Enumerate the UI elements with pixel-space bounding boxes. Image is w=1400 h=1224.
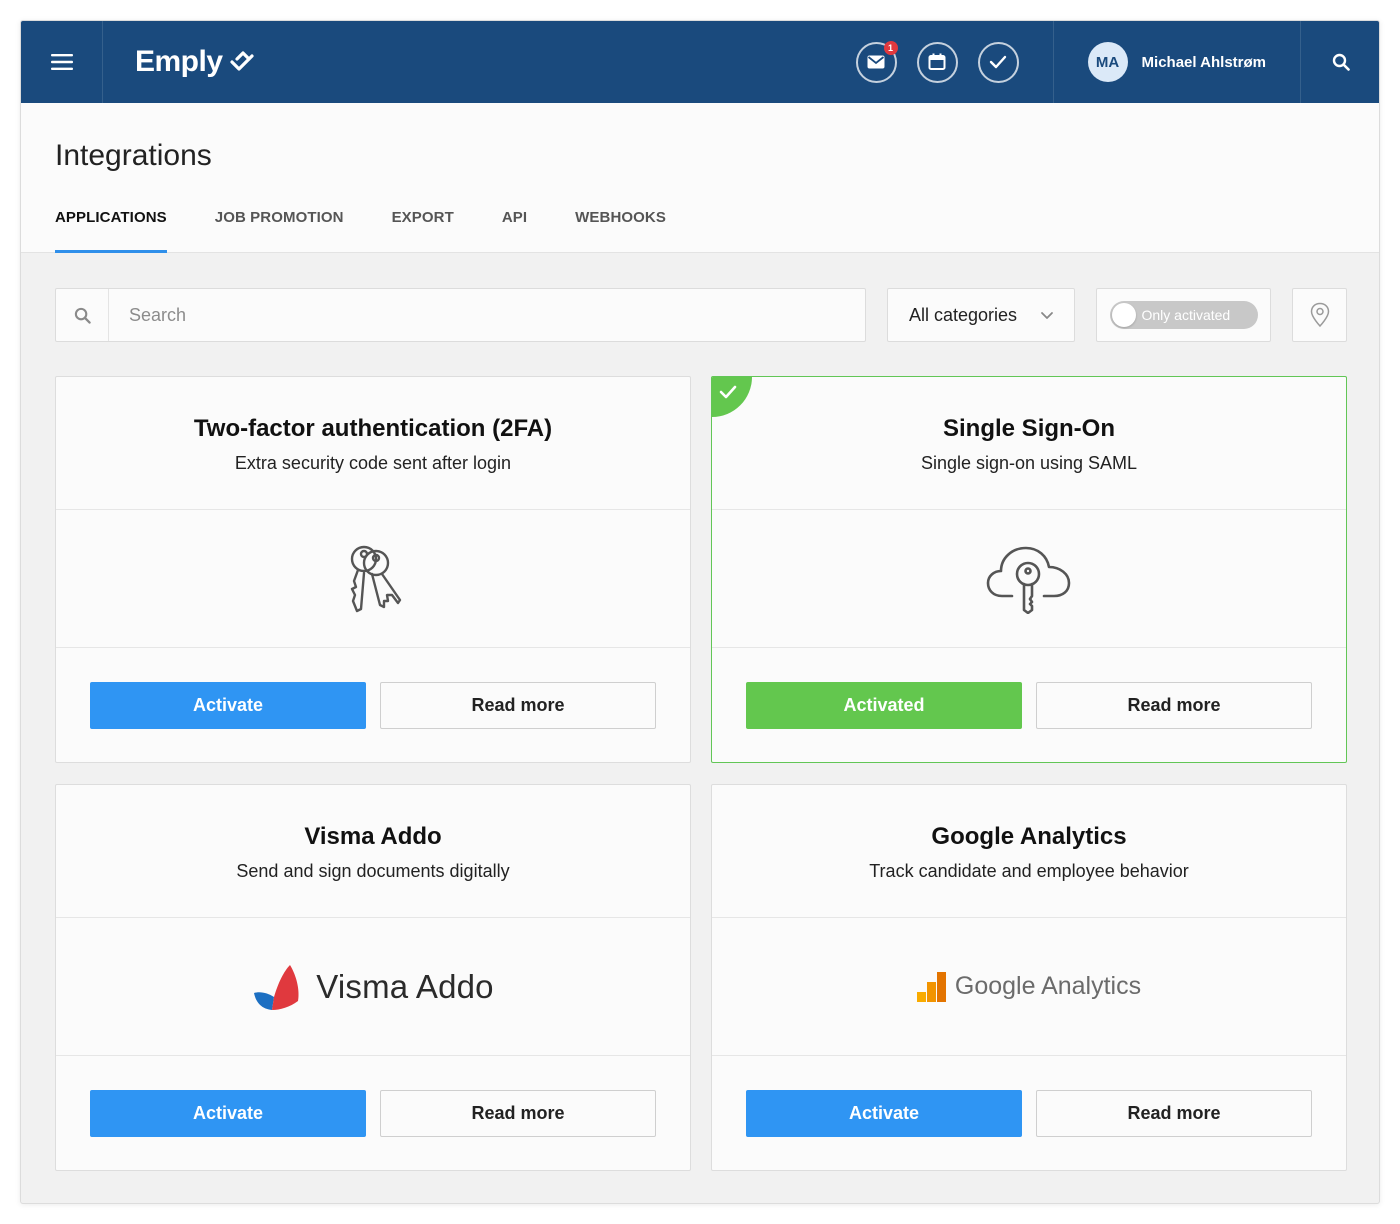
google-analytics-logo-icon <box>916 971 946 1002</box>
category-select[interactable]: All categories <box>887 288 1075 342</box>
integration-card-visma-addo: Visma Addo Send and sign documents digit… <box>55 784 691 1171</box>
tasks-button[interactable] <box>977 41 1019 83</box>
brand-name: Emply <box>135 45 223 78</box>
tab-job-promotion[interactable]: JOB PROMOTION <box>215 209 344 253</box>
tab-webhooks[interactable]: WEBHOOKS <box>575 209 666 253</box>
menu-icon <box>50 54 73 70</box>
avatar: MA <box>1087 42 1128 82</box>
mail-icon <box>867 55 885 69</box>
notification-badge: 1 <box>883 40 898 55</box>
page-title: Integrations <box>55 139 212 172</box>
search-input[interactable] <box>109 289 865 341</box>
cloud-key-icon <box>986 546 1071 614</box>
card-description: Send and sign documents digitally <box>236 861 510 881</box>
search-box <box>55 288 866 342</box>
page-header: Integrations APPLICATIONS JOB PROMOTION … <box>21 103 1379 253</box>
card-title: Visma Addo <box>304 823 442 850</box>
tab-export[interactable]: EXPORT <box>392 209 454 253</box>
toggle-label: Only activated <box>1141 307 1231 323</box>
menu-button[interactable] <box>21 21 103 103</box>
integration-card-2fa: Two-factor authentication (2FA) Extra se… <box>55 376 691 763</box>
read-more-button[interactable]: Read more <box>380 1090 656 1137</box>
calendar-button[interactable] <box>916 41 958 83</box>
user-name: Michael Ahlstrøm <box>1141 53 1266 71</box>
global-search-button[interactable] <box>1301 21 1379 103</box>
location-filter-button[interactable] <box>1292 288 1347 342</box>
search-icon-cell <box>56 289 109 341</box>
activate-button[interactable]: Activate <box>90 1090 366 1137</box>
tab-api[interactable]: API <box>502 209 527 253</box>
google-analytics-logo: Google Analytics <box>916 971 1142 1002</box>
visma-addo-logo: Visma Addo <box>252 963 494 1011</box>
read-more-button[interactable]: Read more <box>1036 682 1312 729</box>
toggle-knob <box>1111 303 1136 327</box>
quick-actions: 1 <box>855 21 1054 103</box>
tab-applications[interactable]: APPLICATIONS <box>55 209 167 253</box>
keys-icon <box>350 545 402 612</box>
card-title: Google Analytics <box>931 823 1127 850</box>
card-title: Single Sign-On <box>943 415 1115 442</box>
tab-bar: APPLICATIONS JOB PROMOTION EXPORT API WE… <box>55 209 666 253</box>
filters-row: All categories Only activated <box>55 288 1347 342</box>
app-window: Emply 1 MA Michael Ahlstrøm Integrations… <box>20 20 1380 1204</box>
category-select-value: All categories <box>909 304 1018 325</box>
search-icon <box>1332 53 1350 71</box>
check-icon <box>989 55 1007 69</box>
read-more-button[interactable]: Read more <box>380 682 656 729</box>
activated-button[interactable]: Activated <box>746 682 1022 729</box>
integration-card-sso: Single Sign-On Single sign-on using SAML… <box>711 376 1347 763</box>
location-pin-icon <box>1310 302 1329 328</box>
user-menu[interactable]: MA Michael Ahlstrøm <box>1054 21 1301 103</box>
visma-addo-logo-text: Visma Addo <box>316 967 494 1005</box>
activate-button[interactable]: Activate <box>90 682 366 729</box>
visma-addo-logo-icon <box>254 964 299 1010</box>
card-description: Extra security code sent after login <box>234 453 512 473</box>
card-description: Track candidate and employee behavior <box>869 861 1189 881</box>
read-more-button[interactable]: Read more <box>1036 1090 1312 1137</box>
brand-mark-icon <box>229 51 254 71</box>
activate-button[interactable]: Activate <box>746 1090 1022 1137</box>
brand-logo[interactable]: Emply <box>103 21 255 103</box>
calendar-icon <box>928 53 946 70</box>
google-analytics-logo-text: Google Analytics <box>954 972 1142 1000</box>
top-navigation-bar: Emply 1 MA Michael Ahlstrøm <box>21 21 1379 103</box>
only-activated-toggle-box: Only activated <box>1096 288 1271 342</box>
card-title: Two-factor authentication (2FA) <box>193 415 553 442</box>
integration-card-google-analytics: Google Analytics Track candidate and emp… <box>711 784 1347 1171</box>
chevron-down-icon <box>1041 311 1053 319</box>
only-activated-toggle[interactable]: Only activated <box>1109 301 1258 329</box>
search-icon <box>74 307 91 324</box>
card-description: Single sign-on using SAML <box>920 453 1138 473</box>
messages-button[interactable]: 1 <box>855 40 898 83</box>
